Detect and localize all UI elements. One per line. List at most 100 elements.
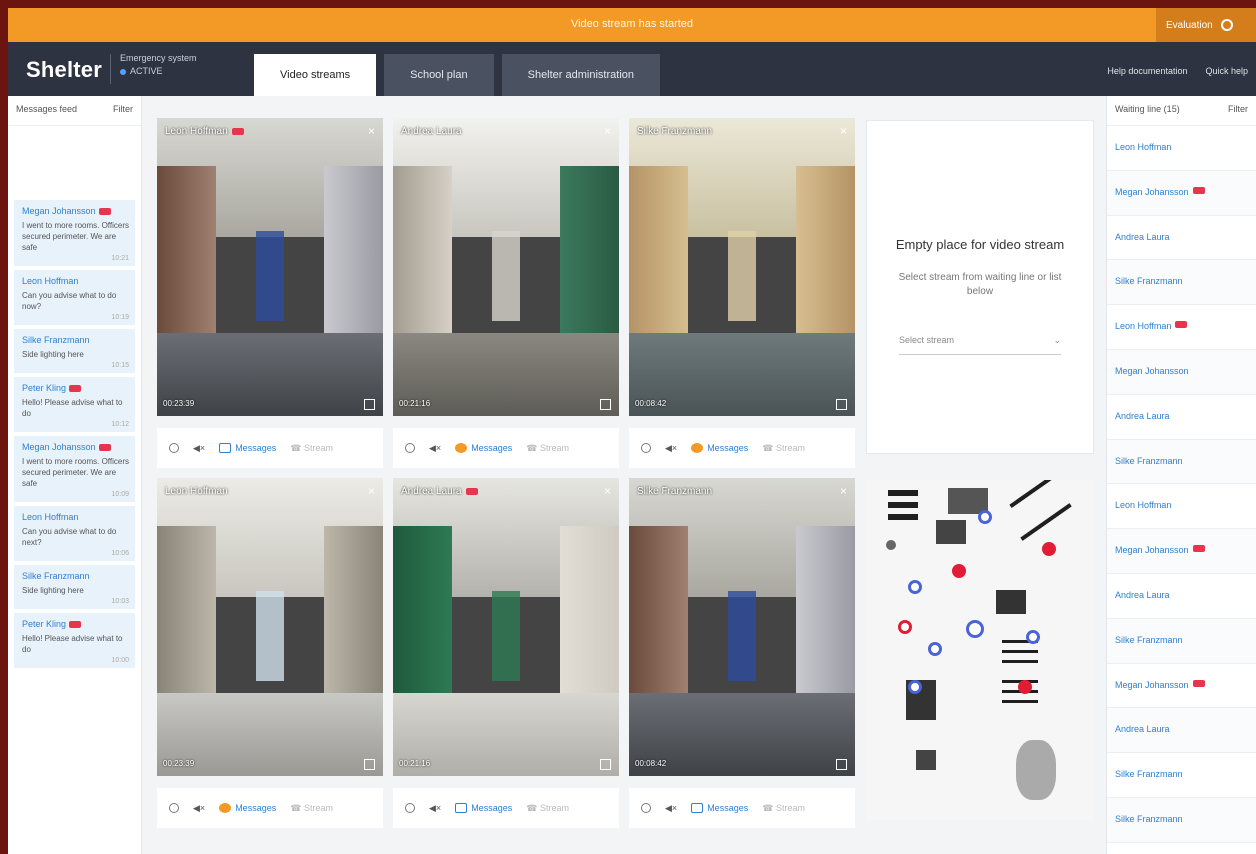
- map-pin-user[interactable]: [928, 642, 942, 656]
- waiting-item[interactable]: Andrea Laura: [1107, 395, 1256, 440]
- message-item[interactable]: Peter Kling Hello! Please advise what to…: [14, 613, 135, 668]
- expand-icon[interactable]: [836, 759, 847, 770]
- mute-icon[interactable]: ◀×: [429, 443, 441, 454]
- stream-user-name: Silke Franzmann: [637, 126, 713, 137]
- video-stream[interactable]: Andrea Laura × 00:21:16: [393, 118, 619, 416]
- message-item[interactable]: Silke Franzmann Side lighting here 10:15: [14, 329, 135, 373]
- video-stream[interactable]: Andrea Laura × 00:21:16: [393, 478, 619, 776]
- location-icon[interactable]: [641, 443, 651, 453]
- message-item[interactable]: Silke Franzmann Side lighting here 10:03: [14, 565, 135, 609]
- alert-badge: [98, 207, 111, 215]
- map-pin-alert[interactable]: [952, 564, 966, 578]
- map-pin-user[interactable]: [966, 620, 984, 638]
- messages-button[interactable]: Messages: [219, 443, 276, 453]
- scene-detail: [492, 231, 520, 321]
- close-icon[interactable]: ×: [368, 124, 375, 138]
- waiting-item[interactable]: Andrea Laura: [1107, 708, 1256, 754]
- message-text: Hello! Please advise what to do: [22, 398, 123, 418]
- close-icon[interactable]: ×: [604, 124, 611, 138]
- video-stream[interactable]: Silke Franzmann × 00:08:42: [629, 118, 855, 416]
- message-item[interactable]: Megan Johansson I went to more rooms. Of…: [14, 200, 135, 266]
- messages-button[interactable]: Messages: [455, 803, 512, 813]
- video-stream[interactable]: Leon Hoffman × 00:23:39: [157, 118, 383, 416]
- evaluation-label: Evaluation: [1166, 19, 1213, 31]
- messages-button[interactable]: Messages: [219, 803, 276, 813]
- close-icon[interactable]: ×: [604, 484, 611, 498]
- location-icon[interactable]: [169, 443, 179, 453]
- waiting-user-name: Silke Franzmann: [1115, 813, 1183, 824]
- map-pin-user[interactable]: [908, 580, 922, 594]
- alert-badge: [465, 488, 478, 495]
- waiting-item[interactable]: Leon Hoffman: [1107, 126, 1256, 171]
- waiting-item[interactable]: Andrea Laura: [1107, 216, 1256, 261]
- waiting-item[interactable]: Megan Johansson: [1107, 170, 1256, 216]
- expand-icon[interactable]: [364, 399, 375, 410]
- evaluation-button[interactable]: Evaluation: [1156, 8, 1256, 42]
- stream-title: Andrea Laura: [401, 126, 462, 137]
- expand-icon[interactable]: [836, 399, 847, 410]
- messages-button[interactable]: Messages: [455, 443, 512, 453]
- location-icon[interactable]: [405, 803, 415, 813]
- mute-icon[interactable]: ◀×: [665, 803, 677, 814]
- map-pin-user[interactable]: [908, 680, 922, 694]
- waiting-item[interactable]: Megan Johansson: [1107, 529, 1256, 574]
- waiting-item[interactable]: Megan Johansson: [1107, 664, 1256, 709]
- tab-video-streams[interactable]: Video streams: [254, 54, 377, 96]
- close-icon[interactable]: ×: [368, 484, 375, 498]
- school-plan-map[interactable]: [866, 480, 1094, 820]
- waiting-item[interactable]: Silke Franzmann: [1107, 797, 1256, 843]
- waiting-item[interactable]: Silke Franzmann: [1107, 439, 1256, 485]
- waiting-item[interactable]: Leon Hoffman: [1107, 484, 1256, 530]
- waiting-item[interactable]: Silke Franzmann: [1107, 618, 1256, 664]
- stream-button[interactable]: ☎ Stream: [762, 803, 805, 814]
- help-documentation-link[interactable]: Help documentation: [1107, 66, 1187, 76]
- close-icon[interactable]: ×: [840, 484, 847, 498]
- waiting-item[interactable]: Megan Johansson: [1107, 349, 1256, 395]
- stream-button[interactable]: ☎ Stream: [526, 443, 569, 454]
- mute-icon[interactable]: ◀×: [665, 443, 677, 454]
- location-icon[interactable]: [405, 443, 415, 453]
- waiting-item[interactable]: Silke Franzmann: [1107, 260, 1256, 306]
- stream-button[interactable]: ☎ Stream: [290, 803, 333, 814]
- video-stream[interactable]: Leon Hoffman × 00:23:39: [157, 478, 383, 776]
- stream-button[interactable]: ☎ Stream: [290, 443, 333, 454]
- waiting-item[interactable]: Silke Franzmann: [1107, 753, 1256, 798]
- mute-icon[interactable]: ◀×: [193, 803, 205, 814]
- message-item[interactable]: Leon Hoffman Can you advise what to do n…: [14, 270, 135, 325]
- messages-button[interactable]: Messages: [691, 803, 748, 813]
- location-icon[interactable]: [169, 803, 179, 813]
- messages-filter-button[interactable]: Filter: [113, 104, 133, 117]
- location-icon[interactable]: [641, 803, 651, 813]
- logo[interactable]: Shelter: [26, 57, 102, 83]
- waiting-item[interactable]: Leon Hoffman: [1107, 305, 1256, 350]
- mute-icon[interactable]: ◀×: [429, 803, 441, 814]
- message-item[interactable]: Leon Hoffman Can you advise what to do n…: [14, 506, 135, 561]
- messages-button[interactable]: Messages: [691, 443, 748, 453]
- expand-icon[interactable]: [600, 759, 611, 770]
- message-item[interactable]: Megan Johansson I went to more rooms. Of…: [14, 436, 135, 502]
- stream-button[interactable]: ☎ Stream: [526, 803, 569, 814]
- sender-name: Leon Hoffman: [22, 276, 79, 286]
- alert-badge: [98, 443, 111, 451]
- expand-icon[interactable]: [364, 759, 375, 770]
- map-pin-alert[interactable]: [898, 620, 912, 634]
- expand-icon[interactable]: [600, 399, 611, 410]
- stream-button[interactable]: ☎ Stream: [762, 443, 805, 454]
- close-icon[interactable]: ×: [840, 124, 847, 138]
- map-pin-user[interactable]: [1026, 630, 1040, 644]
- tab-shelter-administration[interactable]: Shelter administration: [501, 54, 660, 96]
- map-pin-alert[interactable]: [1042, 542, 1056, 556]
- message-item[interactable]: Peter Kling Hello! Please advise what to…: [14, 377, 135, 432]
- video-stream[interactable]: Silke Franzmann × 00:08:42: [629, 478, 855, 776]
- tab-school-plan[interactable]: School plan: [384, 54, 494, 96]
- mute-icon[interactable]: ◀×: [193, 443, 205, 454]
- waiting-line-filter-button[interactable]: Filter: [1228, 104, 1248, 117]
- stream-select[interactable]: Select stream ⌄: [899, 327, 1061, 355]
- map-pin-alert[interactable]: [1018, 680, 1032, 694]
- quick-help-link[interactable]: Quick help: [1205, 66, 1248, 76]
- stream-controls: ◀× Messages ☎ Stream: [393, 788, 619, 828]
- waiting-item[interactable]: Andrea Laura: [1107, 574, 1256, 619]
- map-pin-user[interactable]: [978, 510, 992, 524]
- message-text: Can you advise what to do next?: [22, 527, 117, 547]
- message-text: I went to more rooms. Officers secured p…: [22, 457, 129, 488]
